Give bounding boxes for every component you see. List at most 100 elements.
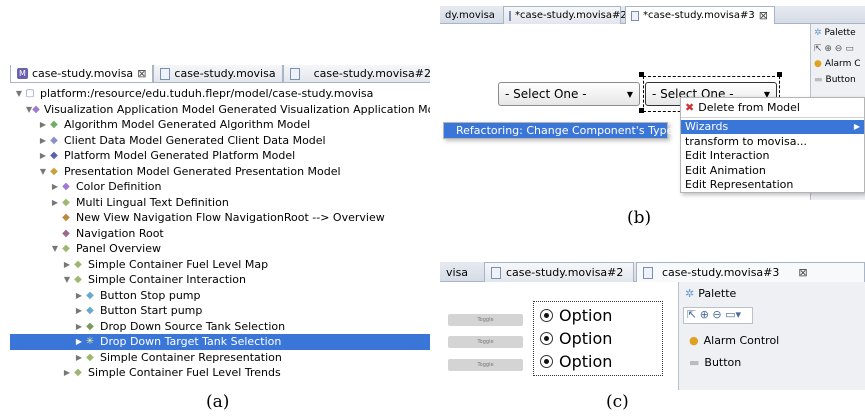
radio-option[interactable]: Option bbox=[540, 352, 612, 371]
expand-right-icon[interactable]: ▶ bbox=[50, 182, 60, 191]
tree-item[interactable]: ▶ ◆ Button Stop pump bbox=[10, 288, 430, 304]
menu-item-edit-interaction[interactable]: Edit Interaction bbox=[681, 149, 864, 164]
palette-item-alarm-control[interactable]: ● Alarm Control bbox=[679, 326, 865, 350]
tree-item[interactable]: ▶ ◆ Platform Model Generated Platform Mode… bbox=[10, 148, 430, 164]
selection-handle[interactable] bbox=[639, 108, 644, 113]
tab-case-study-movisa-active[interactable]: M case-study.movisa ⊠ bbox=[10, 65, 154, 82]
model-element-icon: ◆ bbox=[74, 258, 82, 270]
tree-item-label: Multi Lingual Text Definition bbox=[76, 195, 229, 209]
palette-item-button[interactable]: ▬ Button bbox=[679, 350, 865, 375]
tree-item[interactable]: ▼ ◆ Panel Overview bbox=[10, 241, 430, 257]
tab-case-study-movisa[interactable]: case-study.movisa bbox=[153, 65, 283, 82]
menu-item-edit-animation[interactable]: Edit Animation bbox=[681, 163, 864, 178]
tree-item[interactable]: ▶ ◆ Color Definition bbox=[10, 179, 430, 195]
dropdown-value: - Select One - bbox=[505, 87, 587, 101]
toggle-widget[interactable]: Toggle bbox=[448, 336, 523, 348]
tab-case-study-movisa-3-active[interactable]: case-study.movisa#3 ⊠ bbox=[636, 262, 865, 282]
palette: ✲ Palette ⇱ ⊕ ⊖ ▭▾ ● Alarm Control ▬ But… bbox=[678, 282, 865, 390]
expand-down-icon[interactable]: ▼ bbox=[62, 275, 72, 284]
palette-tools[interactable]: ⇱ ⊕ ⊖ ▭ bbox=[811, 42, 865, 56]
tree-item-label: New View Navigation Flow NavigationRoot … bbox=[76, 211, 385, 225]
palette-item-button[interactable]: ▬ Button bbox=[811, 72, 865, 88]
tab-case-study-movisa-2[interactable]: case-study.movisa#2 bbox=[484, 262, 634, 282]
radio-option[interactable]: Option bbox=[540, 329, 612, 348]
menu-item-wizards[interactable]: Wizards ▶ bbox=[681, 119, 864, 134]
expand-right-icon[interactable]: ▶ bbox=[62, 368, 72, 377]
tab-label: dy.movisa bbox=[445, 9, 495, 21]
tree-item[interactable]: ◆ Navigation Root bbox=[10, 226, 430, 242]
model-element-icon: ◆ bbox=[86, 351, 94, 363]
menu-item-label: Wizards bbox=[685, 120, 729, 134]
radio-option-label: Option bbox=[559, 306, 613, 325]
expand-right-icon[interactable]: ▶ bbox=[74, 291, 84, 300]
tree-item[interactable]: ▶ ◆ Simple Container Representation bbox=[10, 350, 430, 366]
panel-b-diagram-editor: dy.movisa *case-study.movisa#2 *case-stu… bbox=[440, 0, 865, 200]
expand-right-icon[interactable]: ▶ bbox=[38, 151, 48, 160]
menu-item-transform[interactable]: transform to movisa... bbox=[681, 134, 864, 149]
tree-item[interactable]: ▶ ◆ Simple Container Fuel Level Map bbox=[10, 257, 430, 273]
button-icon: ▬ bbox=[814, 75, 823, 85]
tab-partial[interactable]: visa bbox=[440, 262, 474, 282]
radio-group[interactable]: Option Option Option bbox=[533, 301, 663, 376]
model-element-icon: ◆ bbox=[86, 305, 94, 317]
menu-item-delete[interactable]: ✖ Delete from Model bbox=[681, 100, 864, 115]
tree-item[interactable]: ▶ ◆ Simple Container Fuel Level Trends bbox=[10, 365, 430, 381]
palette-item-alarm[interactable]: ● Alarm C bbox=[811, 56, 865, 72]
tree-item[interactable]: ▶ ◆ Button Start pump bbox=[10, 303, 430, 319]
menu-item-refactoring[interactable]: Refactoring: Change Component's Type. bbox=[444, 123, 677, 138]
expand-right-icon[interactable]: ▶ bbox=[74, 322, 84, 331]
expand-right-icon[interactable]: ▶ bbox=[74, 353, 84, 362]
model-element-icon: ✳ bbox=[85, 336, 95, 348]
expand-down-icon[interactable]: ▼ bbox=[14, 89, 24, 98]
tree-item[interactable]: ◆ New View Navigation Flow NavigationRoot… bbox=[10, 210, 430, 226]
tree-item[interactable]: ▼ ▢ platform:/resource/edu.tuduh.flepr/mod… bbox=[10, 86, 430, 102]
expand-right-icon[interactable]: ▶ bbox=[62, 260, 72, 269]
toggle-widget[interactable]: Toggle bbox=[448, 359, 523, 371]
menu-item-edit-representation[interactable]: Edit Representation bbox=[681, 178, 864, 193]
tree-item[interactable]: ▼ ◆ Visualization Application Model Genera… bbox=[10, 102, 430, 118]
tree-item[interactable]: ▶ ✳ Drop Down Target Tank Selection bbox=[10, 334, 430, 350]
tree-item-label: Algorithm Model Generated Algorithm Mode… bbox=[64, 118, 311, 132]
model-tree: ▼ ▢ platform:/resource/edu.tuduh.flepr/mod… bbox=[10, 83, 430, 381]
expand-right-icon[interactable]: ▶ bbox=[38, 120, 48, 129]
model-element-icon: ◆ bbox=[74, 367, 82, 379]
tree-item[interactable]: ▼ ◆ Simple Container Interaction bbox=[10, 272, 430, 288]
tab-label: *case-study.movisa#2 bbox=[515, 10, 627, 21]
tree-item-label: Simple Container Interaction bbox=[88, 273, 246, 287]
tree-item[interactable]: ▶ ◆ Multi Lingual Text Definition bbox=[10, 195, 430, 211]
close-tab-icon[interactable]: ⊠ bbox=[137, 67, 146, 80]
tree-item[interactable]: ▶ ◆ Drop Down Source Tank Selection bbox=[10, 319, 430, 335]
close-tab-icon[interactable]: ⊠ bbox=[759, 9, 768, 22]
expand-right-icon[interactable]: ▶ bbox=[74, 306, 84, 315]
panel-c-diagram-editor: visa case-study.movisa#2 case-study.movi… bbox=[440, 262, 865, 390]
tab-label: *case-study.movisa#3 bbox=[643, 10, 755, 21]
expand-right-icon[interactable]: ▶ bbox=[38, 136, 48, 145]
tree-item-label: Button Stop pump bbox=[100, 288, 201, 302]
tree-item-label: Client Data Model Generated Client Data … bbox=[64, 133, 326, 147]
toggle-widget[interactable]: Toggle bbox=[448, 314, 523, 326]
dropdown-left[interactable]: - Select One - ▼ bbox=[498, 82, 640, 106]
tab-label: case-study.movisa#2 bbox=[313, 67, 430, 80]
expand-down-icon[interactable]: ▼ bbox=[38, 167, 48, 176]
tree-item[interactable]: ▶ ◆ Algorithm Model Generated Algorithm Mo… bbox=[10, 117, 430, 133]
expand-right-icon[interactable]: ▶ bbox=[74, 337, 84, 346]
palette-tools[interactable]: ⇱ ⊕ ⊖ ▭▾ bbox=[683, 307, 753, 324]
close-tab-icon[interactable]: ⊠ bbox=[798, 266, 807, 279]
expand-down-icon[interactable]: ▼ bbox=[50, 244, 60, 253]
tab-case-study-movisa-2[interactable]: case-study.movisa#2 bbox=[282, 65, 430, 82]
selection-handle[interactable] bbox=[639, 72, 644, 77]
tab-partial[interactable]: dy.movisa bbox=[440, 6, 500, 24]
tree-item[interactable]: ▶ ◆ Client Data Model Generated Client Dat… bbox=[10, 133, 430, 149]
radio-option[interactable]: Option bbox=[540, 306, 612, 325]
file-icon bbox=[509, 10, 511, 21]
palette-item-label: Button bbox=[825, 75, 856, 85]
expand-right-icon[interactable]: ▶ bbox=[50, 198, 60, 207]
tree-item-label: Platform Model Generated Platform Model bbox=[64, 149, 296, 163]
tab-case-study-movisa-3-active[interactable]: *case-study.movisa#3 ⊠ bbox=[625, 6, 775, 24]
model-element-icon: ◆ bbox=[50, 150, 58, 162]
tab-case-study-movisa-2[interactable]: *case-study.movisa#2 bbox=[503, 6, 627, 24]
selection-handle[interactable] bbox=[777, 72, 782, 77]
tree-item-label: Drop Down Target Tank Selection bbox=[100, 335, 282, 349]
tree-item[interactable]: ▼ ◆ Presentation Model Generated Presentat… bbox=[10, 164, 430, 180]
model-element-icon: ◆ bbox=[62, 212, 70, 224]
